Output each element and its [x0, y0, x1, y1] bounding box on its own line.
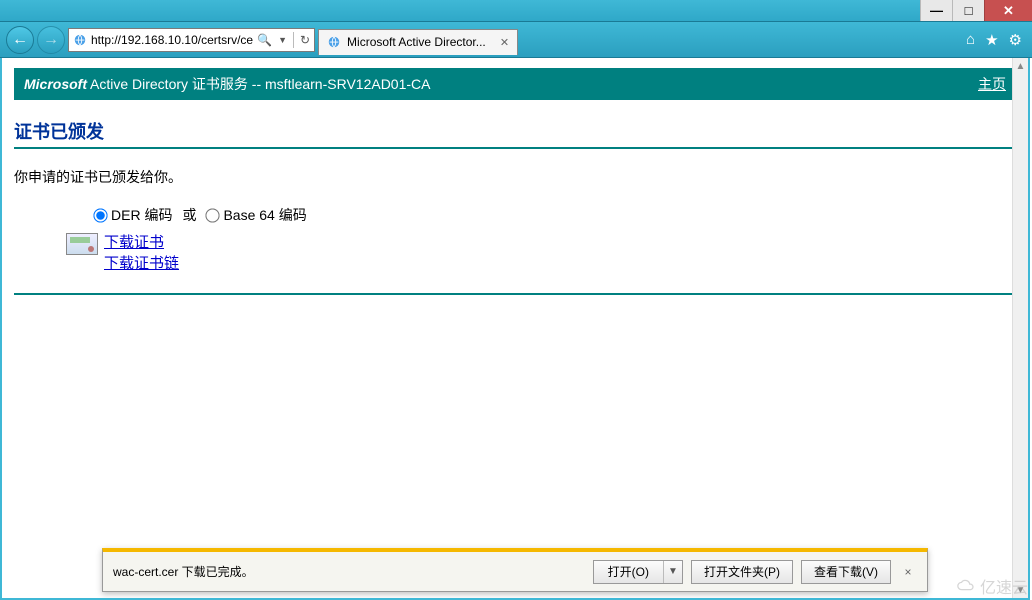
search-icon[interactable]: 🔍 [257, 33, 272, 47]
url-text: http://192.168.10.10/certsrv/ce [91, 33, 253, 47]
certificate-icon [66, 233, 98, 255]
settings-icon[interactable]: ⚙ [1009, 31, 1022, 49]
tab-close-button[interactable]: ✕ [500, 36, 509, 49]
scroll-up-icon[interactable]: ▲ [1014, 58, 1028, 74]
dropdown-icon[interactable]: ▼ [278, 35, 287, 45]
browser-toolbar: ← → http://192.168.10.10/certsrv/ce 🔍 ▼ … [0, 22, 1032, 58]
header-title: Active Directory 证书服务 -- msftlearn-SRV12… [90, 74, 430, 94]
tab-title: Microsoft Active Director... [347, 35, 486, 49]
view-downloads-button[interactable]: 查看下载(V) [801, 560, 891, 584]
notification-close-button[interactable]: × [899, 565, 917, 579]
toolbar-right: ⌂ ★ ⚙ [966, 31, 1026, 49]
ie-page-icon [327, 35, 341, 49]
home-icon[interactable]: ⌂ [966, 31, 975, 49]
scrollbar[interactable]: ▲ ▼ [1012, 58, 1028, 598]
radio-der-input[interactable] [93, 208, 107, 222]
browser-tab[interactable]: Microsoft Active Director... ✕ [318, 29, 518, 55]
radio-der-label: DER 编码 [111, 205, 172, 225]
maximize-icon: □ [965, 4, 973, 17]
radio-base64-input[interactable] [206, 208, 220, 222]
minimize-icon: — [930, 4, 943, 17]
download-links: 下载证书 下载证书链 [104, 231, 179, 273]
nav-forward-button[interactable]: → [37, 26, 65, 54]
download-cert-link[interactable]: 下载证书 [104, 231, 179, 252]
page-title: 证书已颁发 [14, 118, 1016, 149]
divider [14, 293, 1016, 295]
open-button-label: 打开(O) [594, 561, 664, 583]
download-block: 下载证书 下载证书链 [66, 231, 1016, 273]
radio-der[interactable]: DER 编码 [94, 205, 172, 225]
certsrv-header: Microsoft Active Directory 证书服务 -- msftl… [14, 68, 1016, 100]
arrow-right-icon: → [43, 31, 59, 49]
chevron-down-icon[interactable]: ▼ [664, 566, 682, 577]
or-text: 或 [182, 205, 196, 225]
page: Microsoft Active Directory 证书服务 -- msftl… [2, 58, 1028, 305]
favorites-icon[interactable]: ★ [985, 31, 998, 49]
radio-base64[interactable]: Base 64 编码 [206, 205, 306, 225]
window-close-button[interactable]: ✕ [984, 0, 1032, 21]
download-chain-link[interactable]: 下载证书链 [104, 252, 179, 273]
radio-base64-label: Base 64 编码 [223, 205, 306, 225]
window-titlebar: — □ ✕ [0, 0, 1032, 22]
address-bar[interactable]: http://192.168.10.10/certsrv/ce 🔍 ▼ ↻ [68, 28, 315, 52]
watermark: 亿速云 [956, 574, 1028, 598]
issued-message: 你申请的证书已颁发给你。 [14, 167, 1016, 187]
cloud-icon [956, 578, 978, 594]
nav-back-button[interactable]: ← [6, 26, 34, 54]
refresh-icon[interactable]: ↻ [300, 33, 310, 47]
watermark-text: 亿速云 [980, 574, 1028, 598]
home-link[interactable]: 主页 [978, 74, 1006, 94]
window-minimize-button[interactable]: — [920, 0, 952, 21]
window-maximize-button[interactable]: □ [952, 0, 984, 21]
content-area: Microsoft Active Directory 证书服务 -- msftl… [0, 58, 1030, 600]
open-button[interactable]: 打开(O) ▼ [593, 560, 683, 584]
brand-text: Microsoft [24, 76, 87, 92]
separator [293, 32, 294, 48]
arrow-left-icon: ← [12, 31, 28, 49]
download-notification-bar: wac-cert.cer 下载已完成。 打开(O) ▼ 打开文件夹(P) 查看下… [102, 548, 928, 592]
download-message: wac-cert.cer 下载已完成。 [113, 563, 585, 580]
address-bar-controls: 🔍 ▼ ↻ [257, 32, 310, 48]
ie-page-icon [73, 33, 87, 47]
open-folder-button[interactable]: 打开文件夹(P) [691, 560, 793, 584]
close-icon: ✕ [1003, 4, 1014, 17]
encoding-options: DER 编码 或 Base 64 编码 [94, 205, 1016, 225]
